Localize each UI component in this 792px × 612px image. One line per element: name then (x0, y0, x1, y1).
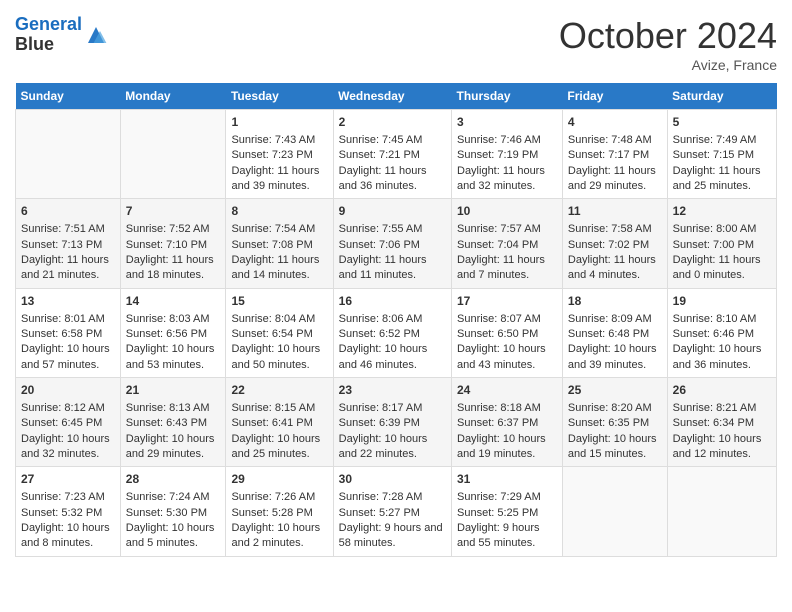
header-tuesday: Tuesday (226, 83, 333, 110)
day-number: 6 (21, 203, 115, 220)
calendar-cell: 5Sunrise: 7:49 AMSunset: 7:15 PMDaylight… (667, 110, 776, 199)
calendar-week-row: 1Sunrise: 7:43 AMSunset: 7:23 PMDaylight… (16, 110, 777, 199)
calendar-cell: 10Sunrise: 7:57 AMSunset: 7:04 PMDayligh… (452, 199, 563, 288)
calendar-cell: 12Sunrise: 8:00 AMSunset: 7:00 PMDayligh… (667, 199, 776, 288)
day-number: 5 (673, 114, 771, 131)
calendar-cell: 3Sunrise: 7:46 AMSunset: 7:19 PMDaylight… (452, 110, 563, 199)
logo-icon (84, 23, 108, 47)
day-number: 27 (21, 471, 115, 488)
calendar-cell: 26Sunrise: 8:21 AMSunset: 6:34 PMDayligh… (667, 378, 776, 467)
calendar-cell: 11Sunrise: 7:58 AMSunset: 7:02 PMDayligh… (562, 199, 667, 288)
calendar-cell: 25Sunrise: 8:20 AMSunset: 6:35 PMDayligh… (562, 378, 667, 467)
calendar-cell: 14Sunrise: 8:03 AMSunset: 6:56 PMDayligh… (120, 288, 226, 377)
calendar-cell (120, 110, 226, 199)
day-number: 25 (568, 382, 662, 399)
calendar-cell (16, 110, 121, 199)
header-wednesday: Wednesday (333, 83, 451, 110)
header-saturday: Saturday (667, 83, 776, 110)
calendar-cell: 13Sunrise: 8:01 AMSunset: 6:58 PMDayligh… (16, 288, 121, 377)
calendar-cell: 21Sunrise: 8:13 AMSunset: 6:43 PMDayligh… (120, 378, 226, 467)
calendar-cell: 17Sunrise: 8:07 AMSunset: 6:50 PMDayligh… (452, 288, 563, 377)
calendar-cell: 18Sunrise: 8:09 AMSunset: 6:48 PMDayligh… (562, 288, 667, 377)
header-sunday: Sunday (16, 83, 121, 110)
header-friday: Friday (562, 83, 667, 110)
calendar-table: SundayMondayTuesdayWednesdayThursdayFrid… (15, 83, 777, 557)
calendar-cell: 31Sunrise: 7:29 AMSunset: 5:25 PMDayligh… (452, 467, 563, 556)
day-number: 18 (568, 293, 662, 310)
calendar-cell: 8Sunrise: 7:54 AMSunset: 7:08 PMDaylight… (226, 199, 333, 288)
header-monday: Monday (120, 83, 226, 110)
calendar-cell: 28Sunrise: 7:24 AMSunset: 5:30 PMDayligh… (120, 467, 226, 556)
day-number: 2 (339, 114, 446, 131)
day-number: 9 (339, 203, 446, 220)
header-thursday: Thursday (452, 83, 563, 110)
calendar-week-row: 20Sunrise: 8:12 AMSunset: 6:45 PMDayligh… (16, 378, 777, 467)
calendar-cell: 4Sunrise: 7:48 AMSunset: 7:17 PMDaylight… (562, 110, 667, 199)
calendar-cell: 24Sunrise: 8:18 AMSunset: 6:37 PMDayligh… (452, 378, 563, 467)
calendar-cell: 20Sunrise: 8:12 AMSunset: 6:45 PMDayligh… (16, 378, 121, 467)
calendar-cell: 22Sunrise: 8:15 AMSunset: 6:41 PMDayligh… (226, 378, 333, 467)
day-number: 21 (126, 382, 221, 399)
calendar-cell (667, 467, 776, 556)
day-number: 22 (231, 382, 327, 399)
calendar-cell: 15Sunrise: 8:04 AMSunset: 6:54 PMDayligh… (226, 288, 333, 377)
day-number: 17 (457, 293, 557, 310)
day-number: 8 (231, 203, 327, 220)
calendar-cell: 7Sunrise: 7:52 AMSunset: 7:10 PMDaylight… (120, 199, 226, 288)
calendar-cell: 16Sunrise: 8:06 AMSunset: 6:52 PMDayligh… (333, 288, 451, 377)
day-number: 24 (457, 382, 557, 399)
calendar-cell (562, 467, 667, 556)
day-number: 7 (126, 203, 221, 220)
calendar-cell: 27Sunrise: 7:23 AMSunset: 5:32 PMDayligh… (16, 467, 121, 556)
day-number: 11 (568, 203, 662, 220)
calendar-header-row: SundayMondayTuesdayWednesdayThursdayFrid… (16, 83, 777, 110)
calendar-cell: 6Sunrise: 7:51 AMSunset: 7:13 PMDaylight… (16, 199, 121, 288)
calendar-cell: 2Sunrise: 7:45 AMSunset: 7:21 PMDaylight… (333, 110, 451, 199)
day-number: 4 (568, 114, 662, 131)
calendar-cell: 30Sunrise: 7:28 AMSunset: 5:27 PMDayligh… (333, 467, 451, 556)
day-number: 3 (457, 114, 557, 131)
day-number: 31 (457, 471, 557, 488)
day-number: 20 (21, 382, 115, 399)
month-title: October 2024 (559, 15, 777, 57)
day-number: 10 (457, 203, 557, 220)
title-section: October 2024 Avize, France (559, 15, 777, 73)
logo: General Blue (15, 15, 108, 55)
day-number: 1 (231, 114, 327, 131)
day-number: 15 (231, 293, 327, 310)
location: Avize, France (559, 57, 777, 73)
calendar-week-row: 6Sunrise: 7:51 AMSunset: 7:13 PMDaylight… (16, 199, 777, 288)
calendar-cell: 9Sunrise: 7:55 AMSunset: 7:06 PMDaylight… (333, 199, 451, 288)
day-number: 30 (339, 471, 446, 488)
day-number: 28 (126, 471, 221, 488)
calendar-cell: 19Sunrise: 8:10 AMSunset: 6:46 PMDayligh… (667, 288, 776, 377)
day-number: 13 (21, 293, 115, 310)
day-number: 12 (673, 203, 771, 220)
calendar-week-row: 27Sunrise: 7:23 AMSunset: 5:32 PMDayligh… (16, 467, 777, 556)
day-number: 19 (673, 293, 771, 310)
calendar-cell: 1Sunrise: 7:43 AMSunset: 7:23 PMDaylight… (226, 110, 333, 199)
day-number: 23 (339, 382, 446, 399)
calendar-week-row: 13Sunrise: 8:01 AMSunset: 6:58 PMDayligh… (16, 288, 777, 377)
page-header: General Blue October 2024 Avize, France (15, 15, 777, 73)
day-number: 14 (126, 293, 221, 310)
calendar-cell: 23Sunrise: 8:17 AMSunset: 6:39 PMDayligh… (333, 378, 451, 467)
day-number: 29 (231, 471, 327, 488)
logo-text: General Blue (15, 15, 82, 55)
calendar-cell: 29Sunrise: 7:26 AMSunset: 5:28 PMDayligh… (226, 467, 333, 556)
day-number: 26 (673, 382, 771, 399)
day-number: 16 (339, 293, 446, 310)
